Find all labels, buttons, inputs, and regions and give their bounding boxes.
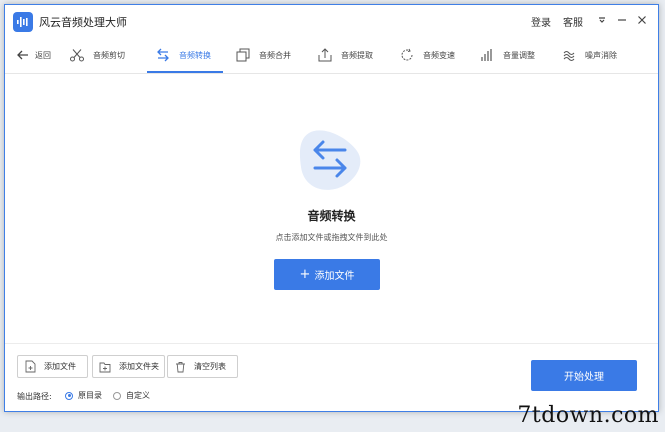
page-title: 音频转换 (307, 209, 356, 223)
back-button[interactable]: 返回 (15, 37, 51, 73)
tab-audio-merge[interactable]: 音频合并 (235, 37, 291, 73)
app-window: 风云音频处理大师 登录 客服 返回 音频剪切 音频转换 音频合并 音频提取 音频… (4, 4, 659, 412)
app-title: 风云音频处理大师 (39, 16, 127, 29)
convert-arrows-icon (155, 47, 171, 63)
radio-original-label: 原目录 (78, 391, 102, 400)
convert-hero-icon (295, 123, 365, 193)
merge-icon (235, 47, 251, 63)
plus-icon: + (299, 267, 311, 282)
speed-icon (399, 47, 415, 63)
divider (5, 343, 658, 344)
add-file-label: 添加文件 (44, 362, 76, 371)
clear-list-label: 清空列表 (194, 362, 226, 371)
function-toolbar: 返回 音频剪切 音频转换 音频合并 音频提取 音频变速 音量调整 噪声消除 (5, 37, 658, 74)
start-processing-button[interactable]: 开始处理 (531, 360, 637, 391)
radio-custom-label: 自定义 (126, 391, 150, 400)
scissors-icon (69, 47, 85, 63)
trash-icon (174, 360, 186, 374)
output-path-label: 输出路径: (17, 392, 52, 401)
add-folder-label: 添加文件夹 (119, 362, 159, 371)
noise-wave-icon (561, 47, 577, 63)
add-file-main-button[interactable]: + 添加文件 (274, 259, 380, 290)
tab-volume-adjust[interactable]: 音量调整 (479, 37, 535, 73)
folder-add-icon (99, 360, 111, 374)
extract-icon (317, 47, 333, 63)
back-label: 返回 (35, 50, 51, 60)
tab-label: 音频合并 (259, 50, 291, 60)
radio-dot-icon (65, 391, 73, 400)
drop-hint: 点击添加文件或拖拽文件到此处 (275, 233, 388, 242)
tab-label: 音频提取 (341, 50, 373, 60)
radio-dot-icon (113, 391, 121, 400)
title-bar: 风云音频处理大师 登录 客服 (5, 5, 658, 37)
clear-list-button[interactable]: 清空列表 (167, 355, 238, 378)
menu-icon[interactable] (593, 11, 611, 29)
minimize-icon[interactable] (613, 11, 631, 29)
radio-custom-dir[interactable]: 自定义 (113, 390, 150, 401)
tab-audio-speed[interactable]: 音频变速 (399, 37, 455, 73)
customer-service-link[interactable]: 客服 (563, 14, 583, 29)
tab-label: 噪声消除 (585, 50, 617, 60)
app-logo-icon (13, 12, 33, 32)
add-file-main-label: 添加文件 (314, 271, 355, 282)
close-icon[interactable] (633, 11, 651, 29)
radio-original-dir[interactable]: 原目录 (65, 390, 102, 401)
login-link[interactable]: 登录 (531, 14, 551, 29)
active-tab-indicator (147, 71, 223, 73)
tab-audio-extract[interactable]: 音频提取 (317, 37, 373, 73)
tab-audio-cut[interactable]: 音频剪切 (69, 37, 125, 73)
tab-label: 音频变速 (423, 50, 455, 60)
file-add-icon (24, 360, 36, 374)
tab-audio-convert[interactable]: 音频转换 (155, 37, 211, 73)
tab-label: 音频转换 (179, 50, 211, 60)
site-watermark: 7tdown.com (517, 403, 659, 428)
tab-noise-removal[interactable]: 噪声消除 (561, 37, 617, 73)
tab-label: 音量调整 (503, 50, 535, 60)
volume-bars-icon (479, 47, 495, 63)
add-folder-button[interactable]: 添加文件夹 (92, 355, 165, 378)
tab-label: 音频剪切 (93, 50, 125, 60)
back-arrow-icon (15, 47, 31, 63)
add-file-button[interactable]: 添加文件 (17, 355, 88, 378)
